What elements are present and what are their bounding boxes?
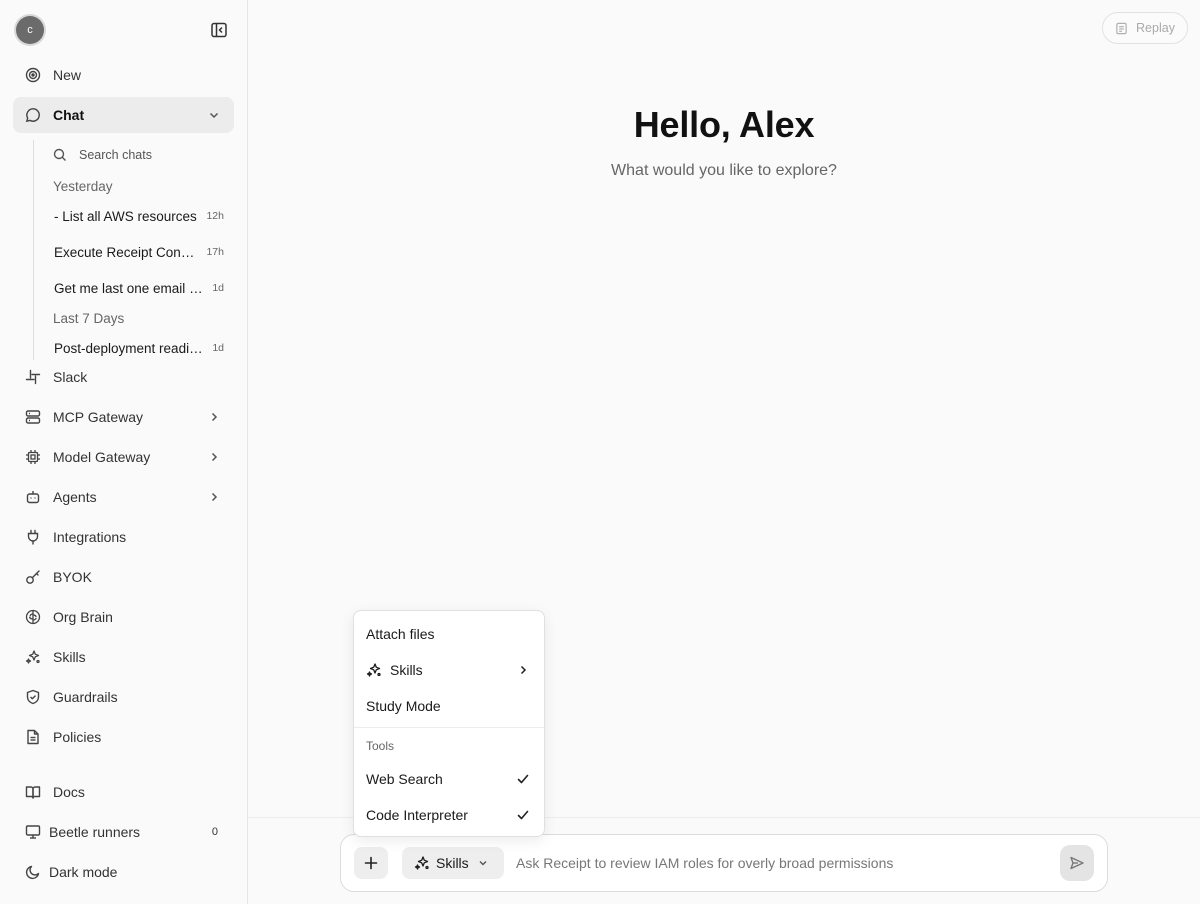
chevron-right-icon [520,665,527,675]
sidebar: c New Chat Search chats Yesterday - List… [0,0,248,904]
sidebar-item-label: BYOK [53,569,92,585]
check-icon [517,810,529,820]
send-button[interactable] [1060,845,1094,881]
sidebar-item-model-gateway[interactable]: Model Gateway [13,439,234,475]
sidebar-item-agents[interactable]: Agents [13,479,234,515]
sidebar-item-label: Integrations [53,529,127,545]
sidebar-item-label: New [53,67,82,83]
sidebar-item-policies[interactable]: Policies [13,719,234,755]
sidebar-item-slack[interactable]: Slack [13,359,234,395]
sidebar-item-label: Slack [53,369,88,385]
book-open-icon [25,784,41,800]
search-chats-placeholder: Search chats [79,148,152,162]
menu-item-skills[interactable]: Skills [354,654,544,686]
sidebar-item-skills[interactable]: Skills [13,639,234,675]
sidebar-item-docs[interactable]: Docs [13,774,234,810]
runners-count-badge: 0 [211,826,218,838]
target-icon [25,67,41,83]
menu-divider [354,727,544,728]
sidebar-item-guardrails[interactable]: Guardrails [13,679,234,715]
sparkles-icon [366,663,381,677]
bot-icon [25,489,41,505]
sidebar-item-new[interactable]: New [13,57,234,93]
plus-icon [364,856,378,870]
sidebar-item-mcp-gateway[interactable]: MCP Gateway [13,399,234,435]
menu-item-study-mode[interactable]: Study Mode [354,690,544,722]
avatar[interactable]: c [16,16,44,44]
sidebar-item-label: Guardrails [53,689,118,705]
chat-list-item[interactable]: Execute Receipt Console 17h [54,240,224,264]
sidebar-item-label: MCP Gateway [53,409,143,425]
sidebar-item-org-brain[interactable]: Org Brain [13,599,234,635]
chat-list-item[interactable]: Get me last one email from 1d [54,276,224,300]
sidebar-item-beetle-runners[interactable]: Beetle runners 0 [13,814,234,850]
add-attachment-button[interactable] [354,847,388,879]
prompt-input[interactable] [516,852,1046,874]
server-icon [25,409,41,425]
chevron-down-icon [479,861,487,866]
sidebar-item-label: Org Brain [53,609,113,625]
sidebar-collapse-icon[interactable] [210,21,228,39]
sidebar-item-label: Docs [53,784,85,800]
skills-dropdown-button[interactable]: Skills [402,847,504,879]
sparkles-icon [414,856,429,870]
document-icon [25,729,41,745]
replay-icon [1116,22,1127,34]
replay-label: Replay [1136,21,1175,35]
sidebar-item-integrations[interactable]: Integrations [13,519,234,555]
greeting-subtitle: What would you like to explore? [611,162,837,179]
chat-bubble-icon [25,107,41,123]
menu-item-web-search[interactable]: Web Search [354,763,544,795]
sidebar-item-byok[interactable]: BYOK [13,559,234,595]
sidebar-item-chat[interactable]: Chat [13,97,234,133]
check-icon [517,774,529,784]
plug-icon [25,529,41,545]
skills-button-label: Skills [436,855,469,871]
attach-menu: Attach files Skills Study Mode Tools Web… [353,610,545,837]
sidebar-item-label: Agents [53,489,97,505]
cpu-chip-icon [25,449,41,465]
shield-check-icon [25,689,41,705]
greeting-title: Hello, Alex [633,104,815,145]
sidebar-item-label: Beetle runners [49,824,141,840]
key-icon [25,569,41,585]
sidebar-item-label: Dark mode [49,864,118,880]
chevron-right-icon[interactable] [207,490,221,504]
menu-section-tools: Tools [366,739,395,753]
menu-item-attach-files[interactable]: Attach files [354,618,544,650]
dark-mode-toggle[interactable]: Dark mode [13,854,234,890]
search-icon [53,148,66,161]
sidebar-item-label: Policies [53,729,102,745]
group-label-last-7-days: Last 7 Days [53,311,125,326]
sidebar-item-label: Model Gateway [53,449,151,465]
chat-list-item[interactable]: - List all AWS resources 12h [54,204,224,228]
sparkles-icon [25,649,41,665]
replay-button[interactable]: Replay [1102,12,1188,44]
sidebar-item-label: Skills [53,649,86,665]
slack-icon [25,369,41,385]
chevron-right-icon[interactable] [207,450,221,464]
sidebar-item-label: Chat [53,107,85,123]
chevron-right-icon[interactable] [207,410,221,424]
group-label-yesterday: Yesterday [53,179,113,194]
moon-icon [25,864,41,880]
menu-item-code-interpreter[interactable]: Code Interpreter [354,799,544,831]
chat-list-item[interactable]: Post-deployment readiness 1d [54,336,224,360]
monitor-icon [25,824,41,840]
search-chats[interactable]: Search chats [53,146,152,164]
brain-icon [25,609,41,625]
chevron-down-icon[interactable] [207,108,221,122]
send-icon [1070,856,1084,870]
